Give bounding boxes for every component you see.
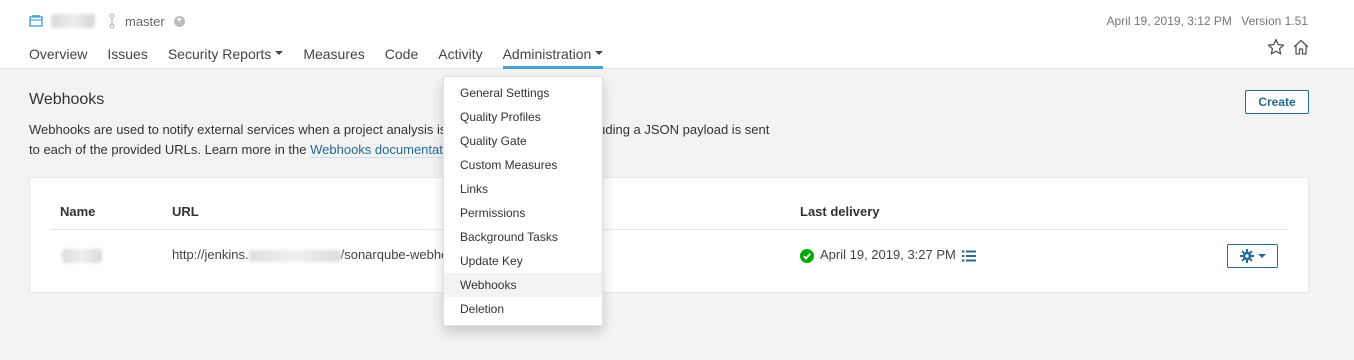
header-divider	[50, 229, 1288, 230]
webhooks-docs-link[interactable]: Webhooks documentat	[310, 142, 443, 158]
page-title: Webhooks	[29, 91, 105, 108]
gear-icon	[1239, 249, 1254, 263]
success-check-icon	[800, 248, 814, 263]
menu-item-links[interactable]: Links	[444, 177, 602, 201]
nav-administration-label: Administration	[502, 46, 592, 62]
administration-dropdown-menu: General Settings Quality Profiles Qualit…	[443, 76, 603, 326]
webhook-url: http://jenkins. /sonarqube-webho	[172, 247, 448, 262]
webhook-actions-button[interactable]	[1227, 244, 1278, 268]
webhooks-table: Name URL Last delivery http://jenkins. /s…	[29, 177, 1309, 293]
project-nav: Overview Issues Security Reports Measure…	[29, 46, 623, 69]
header-name: Name	[60, 204, 96, 219]
home-icon[interactable]	[1292, 38, 1310, 56]
nav-administration[interactable]: Administration	[502, 46, 604, 69]
plus-circle-icon[interactable]: +	[173, 15, 185, 27]
menu-item-webhooks[interactable]: Webhooks	[444, 273, 602, 297]
menu-item-update-key[interactable]: Update Key	[444, 249, 602, 273]
menu-item-deletion[interactable]: Deletion	[444, 297, 602, 321]
branch-name[interactable]: master	[125, 14, 165, 29]
nav-issues[interactable]: Issues	[107, 46, 147, 69]
menu-item-quality-gate[interactable]: Quality Gate	[444, 129, 602, 153]
star-icon[interactable]	[1267, 38, 1285, 56]
last-delivery-date: April 19, 2019, 3:27 PM	[820, 247, 956, 262]
caret-down-icon	[1257, 254, 1266, 258]
caret-down-icon	[275, 51, 284, 56]
caret-down-icon	[595, 51, 604, 56]
desc-line1: Webhooks are used to notify external ser…	[29, 122, 447, 137]
project-actions	[1267, 38, 1310, 56]
analysis-meta: April 19, 2019, 3:12 PM Version 1.51	[1107, 14, 1308, 28]
project-version: Version 1.51	[1241, 14, 1308, 28]
webhook-url-prefix: http://jenkins.	[172, 247, 249, 262]
create-webhook-button[interactable]: Create	[1245, 90, 1309, 114]
project-name-blurred[interactable]	[51, 14, 95, 28]
menu-item-permissions[interactable]: Permissions	[444, 201, 602, 225]
analysis-date: April 19, 2019, 3:12 PM	[1106, 14, 1232, 28]
header-url: URL	[172, 204, 199, 219]
webhook-name-blurred	[62, 249, 102, 263]
nav-security-reports[interactable]: Security Reports	[167, 46, 284, 69]
last-delivery-cell: April 19, 2019, 3:27 PM	[800, 247, 976, 263]
project-breadcrumb: master +	[29, 12, 185, 30]
nav-overview[interactable]: Overview	[29, 46, 87, 69]
webhook-url-suffix: /sonarqube-webho	[340, 247, 449, 262]
page-description: Webhooks are used to notify external ser…	[29, 120, 829, 160]
nav-activity[interactable]: Activity	[438, 46, 482, 69]
menu-item-background-tasks[interactable]: Background Tasks	[444, 225, 602, 249]
nav-security-reports-label: Security Reports	[167, 46, 272, 62]
url-host-blurred	[248, 249, 341, 262]
menu-item-custom-measures[interactable]: Custom Measures	[444, 153, 602, 177]
branch-icon	[109, 13, 115, 29]
nav-measures[interactable]: Measures	[303, 46, 364, 69]
nav-code[interactable]: Code	[385, 46, 418, 69]
menu-item-general-settings[interactable]: General Settings	[444, 81, 602, 105]
menu-item-quality-profiles[interactable]: Quality Profiles	[444, 105, 602, 129]
header-last-delivery: Last delivery	[800, 204, 880, 219]
project-icon	[29, 15, 43, 27]
delivery-list-icon[interactable]	[961, 250, 976, 262]
top-navbar: master + April 19, 2019, 3:12 PM Version…	[0, 0, 1354, 69]
desc-line2: to each of the provided URLs. Learn more…	[29, 142, 307, 157]
